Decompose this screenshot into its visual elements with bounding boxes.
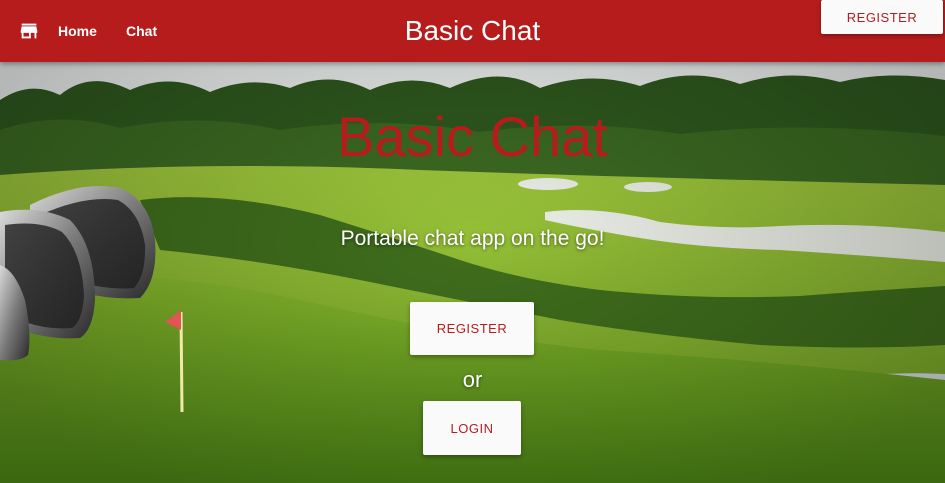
page: Home Chat Basic Chat REGISTER Basic Chat… [0,0,945,483]
hero-subtitle: Portable chat app on the go! [340,227,605,250]
top-navbar: Home Chat Basic Chat [0,0,945,62]
hero-title: Basic Chat [337,105,608,168]
store-icon[interactable] [18,20,40,42]
navbar-register-button[interactable]: REGISTER [821,0,943,34]
hero-register-button[interactable]: REGISTER [410,302,534,355]
hero-login-button[interactable]: LOGIN [423,401,521,455]
nav-link-chat[interactable]: Chat [126,22,157,40]
or-separator: or [462,367,483,392]
nav-link-home[interactable]: Home [58,22,97,40]
